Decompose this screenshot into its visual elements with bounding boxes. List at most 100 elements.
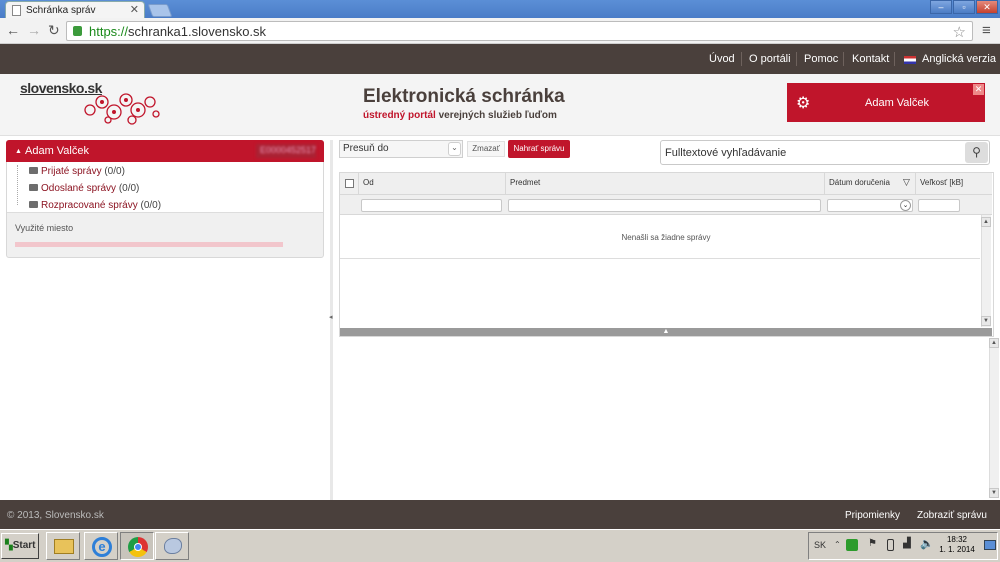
grid-header bbox=[340, 173, 992, 195]
gear-icon[interactable]: ⚙ bbox=[796, 93, 810, 113]
lock-icon bbox=[73, 26, 82, 36]
star-icon[interactable]: ☆ bbox=[953, 23, 966, 41]
back-arrow-icon[interactable]: ← bbox=[6, 22, 20, 38]
close-icon[interactable]: ✕ bbox=[973, 84, 984, 95]
fulltext-search[interactable]: Fulltextové vyhľadávanie ⚲ bbox=[660, 140, 990, 165]
filter-date-select[interactable]: ⌄ bbox=[827, 199, 913, 212]
nav-separator bbox=[796, 52, 797, 66]
scroll-down-icon[interactable]: ▼ bbox=[981, 316, 991, 326]
window-close-button[interactable]: ✕ bbox=[976, 0, 998, 14]
address-bar[interactable]: https://schranka1.slovensko.sk ☆ bbox=[66, 21, 973, 41]
subtitle-rest: verejných služieb ľuďom bbox=[435, 110, 557, 121]
file-explorer-icon[interactable] bbox=[46, 532, 80, 560]
show-hidden-icons-icon[interactable]: ⌃ bbox=[834, 540, 841, 549]
scroll-up-icon[interactable]: ▲ bbox=[989, 338, 999, 348]
copyright: © 2013, Slovensko.sk bbox=[7, 510, 104, 521]
tree-line bbox=[17, 165, 18, 205]
url-scheme: https:// bbox=[89, 24, 129, 39]
mailbox-id: E0000452517 bbox=[256, 144, 316, 158]
url-host: schranka1.slovensko.sk bbox=[128, 24, 267, 39]
chevron-down-icon[interactable]: ⌄ bbox=[448, 142, 461, 156]
nav-pomoc[interactable]: Pomoc bbox=[804, 53, 838, 65]
page-icon bbox=[12, 5, 21, 16]
nav-uvod[interactable]: Úvod bbox=[709, 53, 735, 65]
upload-message-button[interactable]: Nahrať správu bbox=[508, 140, 570, 158]
collapse-arrow-icon[interactable]: ▲ bbox=[15, 148, 22, 155]
clock-date: 1. 1. 2014 bbox=[939, 545, 975, 554]
folder-icon bbox=[29, 184, 38, 191]
filter-subject-input[interactable] bbox=[508, 199, 821, 212]
security-icon[interactable] bbox=[846, 539, 858, 551]
filter-size-input[interactable] bbox=[918, 199, 960, 212]
page-title: Elektronická schránka bbox=[363, 86, 565, 107]
move-to-select[interactable]: Presuň do ⌄ bbox=[339, 140, 463, 158]
show-message-link[interactable]: Zobraziť správu bbox=[917, 510, 987, 521]
folder-sent[interactable]: Odoslané správy (0/0) bbox=[41, 183, 139, 194]
internet-explorer-icon[interactable]: e bbox=[84, 532, 118, 560]
nav-separator bbox=[894, 52, 895, 66]
show-desktop-icon[interactable] bbox=[984, 540, 996, 550]
search-icon[interactable]: ⚲ bbox=[965, 142, 988, 163]
language-indicator[interactable]: SK bbox=[814, 540, 826, 550]
flag-icon[interactable]: ⚑ bbox=[868, 538, 877, 549]
delete-button[interactable]: Zmazať bbox=[467, 141, 505, 157]
grid-scrollbar[interactable] bbox=[981, 215, 991, 327]
menu-icon[interactable]: ≡ bbox=[982, 22, 991, 39]
windows-logo-icon: ▚ bbox=[5, 540, 13, 551]
page-scrollbar[interactable] bbox=[989, 338, 999, 498]
minimize-button[interactable]: – bbox=[930, 0, 952, 14]
grid-resize-bar[interactable]: ▲ bbox=[340, 328, 992, 336]
nav-separator bbox=[741, 52, 742, 66]
folder-icon bbox=[29, 167, 38, 174]
column-delivery-date[interactable]: Dátum doručenia bbox=[829, 178, 890, 187]
chevron-down-icon[interactable]: ⌄ bbox=[900, 200, 911, 211]
folder-received[interactable]: Prijaté správy (0/0) bbox=[41, 166, 125, 177]
tab-title: Schránka správ bbox=[26, 5, 96, 16]
volume-icon[interactable]: 🔈 bbox=[920, 537, 934, 550]
grid-divider bbox=[340, 258, 980, 259]
close-tab-icon[interactable]: ✕ bbox=[130, 3, 139, 16]
select-all-checkbox[interactable] bbox=[345, 179, 354, 188]
scroll-up-icon[interactable]: ▲ bbox=[981, 217, 991, 227]
sort-desc-icon[interactable]: ▽ bbox=[903, 177, 910, 188]
used-space-bar bbox=[15, 242, 283, 247]
nav-o-portali[interactable]: O portáli bbox=[749, 53, 791, 65]
chrome-icon[interactable] bbox=[120, 532, 154, 560]
forward-arrow-icon[interactable]: → bbox=[27, 22, 41, 38]
used-space-label: Využité miesto bbox=[15, 223, 74, 233]
network-icon[interactable]: ▟ bbox=[903, 538, 911, 549]
folder-drafts[interactable]: Rozpracované správy (0/0) bbox=[41, 200, 161, 211]
column-subject[interactable]: Predmet bbox=[510, 178, 540, 187]
battery-icon[interactable] bbox=[887, 539, 894, 551]
paint-icon[interactable] bbox=[155, 532, 189, 560]
empty-grid-message: Nenašli sa žiadne správy bbox=[621, 233, 711, 242]
top-navigation bbox=[0, 44, 1000, 74]
nav-kontakt[interactable]: Kontakt bbox=[852, 53, 889, 65]
nav-separator bbox=[843, 52, 844, 66]
move-to-value: Presuň do bbox=[343, 143, 389, 154]
column-from[interactable]: Od bbox=[363, 178, 374, 187]
start-button[interactable]: ▚Start bbox=[1, 533, 39, 559]
clock-time: 18:32 bbox=[946, 535, 968, 544]
browser-tab[interactable]: Schránka správ ✕ bbox=[5, 1, 145, 18]
folder-icon bbox=[29, 201, 38, 208]
feedback-link[interactable]: Pripomienky bbox=[845, 510, 900, 521]
reload-icon[interactable]: ↻ bbox=[48, 22, 60, 39]
user-box[interactable]: ⚙ Adam Valček ✕ bbox=[787, 83, 985, 122]
page-subtitle: ústredný portál verejných služieb ľuďom bbox=[363, 110, 557, 121]
logo-ornament-icon bbox=[84, 93, 160, 125]
mailbox-header[interactable]: ▲ Adam Valček E0000452517 bbox=[6, 140, 324, 162]
filter-from-input[interactable] bbox=[361, 199, 502, 212]
new-tab-button[interactable] bbox=[147, 4, 173, 17]
search-placeholder: Fulltextové vyhľadávanie bbox=[665, 147, 787, 159]
clock[interactable]: 18:32 1. 1. 2014 bbox=[938, 535, 976, 555]
uk-flag-icon bbox=[904, 56, 916, 64]
mailbox-owner: Adam Valček bbox=[25, 145, 89, 157]
nav-english-version[interactable]: Anglická verzia bbox=[922, 53, 996, 65]
user-name: Adam Valček bbox=[865, 97, 929, 109]
scroll-down-icon[interactable]: ▼ bbox=[989, 488, 999, 498]
column-size[interactable]: Veľkosť [kB] bbox=[920, 178, 963, 187]
splitter-collapse-icon[interactable]: ◂ bbox=[329, 313, 333, 321]
subtitle-accent: ústredný portál bbox=[363, 110, 436, 121]
maximize-button[interactable]: ▫ bbox=[953, 0, 975, 14]
